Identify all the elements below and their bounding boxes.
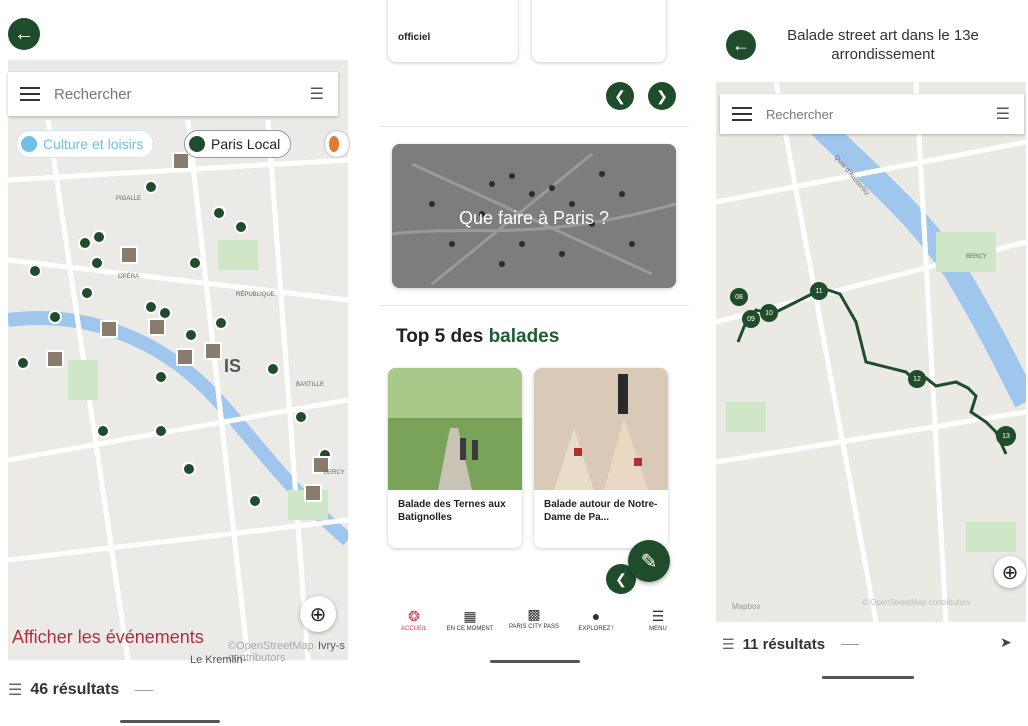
- walk-title: Balade street art dans le 13e arrondisse…: [787, 27, 979, 63]
- events-link[interactable]: Afficher les événements: [12, 627, 204, 648]
- route-map[interactable]: 08 09 10 11 12 13 BERCY Quai d'Austerlit…: [716, 82, 1026, 622]
- chevron-left-icon: ❮: [615, 570, 627, 587]
- map-attribution-left: Mapbox: [732, 602, 761, 611]
- hamburger-menu-icon[interactable]: [732, 103, 752, 125]
- map-label-is: IS: [224, 356, 242, 376]
- top-card-right[interactable]: [532, 0, 666, 62]
- route-map-drawing: [716, 82, 1026, 622]
- nav-en-ce-moment[interactable]: ▦ EN CE MOMENT: [444, 608, 496, 632]
- home-indicator: [822, 676, 914, 679]
- map-label-opera: OPÉRA: [118, 274, 140, 280]
- list-icon: ☰: [8, 682, 23, 699]
- banner-title: Que faire à Paris ?: [458, 208, 610, 228]
- back-button[interactable]: ←: [726, 30, 756, 60]
- locate-me-button[interactable]: ⊕: [994, 556, 1026, 588]
- top-card-text: officiel: [398, 32, 431, 43]
- walk-card-2[interactable]: Balade autour de Notre-Dame de Pa...: [534, 368, 668, 548]
- map-label-bercy: BERCY: [966, 254, 987, 260]
- crosshair-icon: ⊕: [1001, 561, 1019, 584]
- drag-handle-line: [135, 689, 154, 691]
- home-indicator: [120, 720, 220, 723]
- chip-partial[interactable]: [324, 130, 350, 158]
- hamburger-menu-icon[interactable]: [20, 83, 40, 105]
- map-label-bercy: BERCY: [324, 470, 345, 476]
- nav-paris-city-pass[interactable]: ▩ PARIS CITY PASS: [508, 606, 560, 630]
- home-indicator: [490, 660, 580, 663]
- route-point-09[interactable]: 09: [742, 310, 760, 328]
- map-town-label-2: Le Kremlin-: [190, 654, 247, 666]
- section-divider-2: [380, 305, 690, 306]
- section-title-accent: balades: [488, 326, 560, 347]
- filter-sliders-icon[interactable]: ☰: [996, 104, 1010, 124]
- screen-map-explore: ← IS PIGALLE OPÉRA RÉPUBLIQUE BASTILLE B…: [0, 0, 350, 726]
- back-button[interactable]: ←: [8, 18, 40, 50]
- route-point-08[interactable]: 08: [730, 288, 748, 306]
- carousel-prev-button[interactable]: ❮: [606, 82, 634, 110]
- section-title-plain: Top 5 des: [396, 326, 489, 347]
- search-bar[interactable]: Rechercher ☰: [8, 72, 338, 116]
- walk-card-2-title: Balade autour de Notre-Dame de Pa...: [544, 499, 658, 523]
- chevron-right-icon: ❯: [656, 87, 668, 104]
- culture-icon: [21, 136, 37, 152]
- qr-icon: ▩: [527, 606, 541, 622]
- pin-icon: ●: [591, 608, 601, 624]
- chip-culture-loisirs[interactable]: Culture et loisirs: [16, 130, 155, 158]
- map-label-pigalle: PIGALLE: [116, 196, 142, 202]
- results-bar[interactable]: ☰ 46 résultats: [8, 680, 154, 700]
- menu-icon: ☰: [651, 608, 665, 624]
- result-count: 11 résultats: [742, 636, 826, 653]
- chip-paris-local[interactable]: Paris Local: [184, 130, 292, 158]
- route-point-12[interactable]: 12: [908, 370, 926, 388]
- chat-bubble-icon: ✎: [640, 550, 658, 573]
- category-icon: [329, 136, 339, 152]
- route-point-10[interactable]: 10: [760, 304, 778, 322]
- paris-local-icon: [189, 136, 205, 152]
- walk-photo-2: [534, 368, 668, 490]
- section-title: Top 5 des balades: [396, 326, 559, 348]
- nav-menu[interactable]: ☰ MENU: [632, 608, 684, 632]
- results-bar[interactable]: ☰ 11 résultats: [722, 636, 860, 653]
- route-point-13[interactable]: 13: [996, 426, 1016, 446]
- map-label-bastille: BASTILLE: [296, 382, 325, 388]
- map-attribution-right: © OpenStreetMap contributors: [862, 598, 971, 607]
- search-bar[interactable]: Rechercher ☰: [720, 94, 1024, 134]
- locate-me-button[interactable]: ⊕: [300, 596, 336, 632]
- share-icon: ➤: [1000, 634, 1012, 650]
- search-input[interactable]: Rechercher: [54, 86, 310, 103]
- arrow-left-icon: ←: [732, 34, 750, 55]
- screen-home: officiel ❮ ❯ Que faire à Paris ? Top 5 d…: [380, 0, 690, 726]
- list-icon: ☰: [722, 636, 735, 652]
- chat-button[interactable]: ✎: [628, 540, 670, 582]
- nav-explorez[interactable]: ● EXPLOREZ !: [570, 608, 622, 632]
- walk-card-1[interactable]: Balade des Ternes aux Batignolles: [388, 368, 522, 548]
- arrow-left-icon: ←: [14, 22, 34, 45]
- crosshair-icon: ⊕: [309, 603, 327, 626]
- share-button[interactable]: ➤: [1000, 634, 1012, 651]
- que-faire-banner[interactable]: Que faire à Paris ?: [392, 144, 676, 288]
- drag-handle-line: [841, 644, 860, 645]
- route-point-11[interactable]: 11: [810, 282, 828, 300]
- calendar-icon: ▦: [463, 608, 477, 624]
- walk-photo-1: [388, 368, 522, 490]
- top-card-left[interactable]: officiel: [388, 0, 518, 62]
- walk-card-1-title: Balade des Ternes aux Batignolles: [398, 499, 506, 523]
- search-input[interactable]: Rechercher: [766, 107, 996, 122]
- map-town-label: Ivry-s: [318, 640, 345, 652]
- screen-walk-detail: ← Balade street art dans le 13e arrondis…: [712, 0, 1028, 726]
- compass-icon: ❂: [408, 608, 420, 624]
- section-divider: [380, 126, 690, 127]
- result-count: 46 résultats: [30, 681, 120, 698]
- carousel-next-button[interactable]: ❯: [648, 82, 676, 110]
- nav-accueil[interactable]: ❂ ACCUEIL: [388, 608, 440, 632]
- chevron-left-icon: ❮: [614, 87, 626, 104]
- map-label-republique: RÉPUBLIQUE: [236, 292, 275, 298]
- filter-sliders-icon[interactable]: ☰: [310, 84, 324, 104]
